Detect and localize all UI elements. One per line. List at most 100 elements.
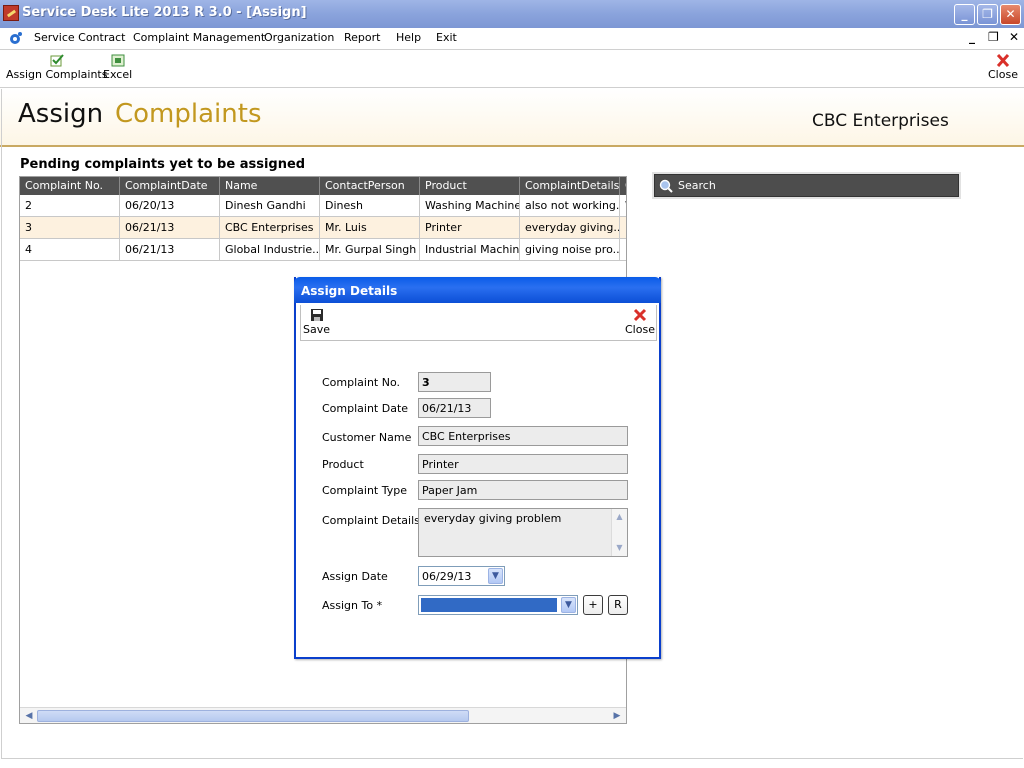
restore-button[interactable]: ❐ [977, 4, 998, 25]
complaint-date-field: 06/21/13 [418, 398, 491, 418]
menu-service-contract[interactable]: Service Contract [34, 31, 125, 44]
excel-icon [111, 54, 125, 67]
cell-complaint-date: 06/21/13 [120, 217, 220, 239]
complaint-type-label: Complaint Type [322, 484, 407, 497]
col-complaint-date[interactable]: ComplaintDate [120, 177, 220, 195]
complaint-details-field[interactable]: everyday giving problem ▲ ▼ [418, 508, 628, 557]
complaint-date-label: Complaint Date [322, 402, 408, 415]
complaint-no-label: Complaint No. [322, 376, 400, 389]
scroll-thumb[interactable] [37, 710, 469, 722]
table-row[interactable]: 2 06/20/13 Dinesh Gandhi Dinesh Washing … [20, 195, 627, 217]
save-button[interactable]: Save [303, 308, 330, 336]
col-product[interactable]: Product [420, 177, 520, 195]
assign-to-selection [421, 598, 557, 612]
table-row[interactable]: 3 06/21/13 CBC Enterprises Mr. Luis Prin… [20, 217, 627, 239]
scroll-down-icon[interactable]: ▼ [614, 542, 625, 553]
complaint-no-field: 3 [418, 372, 491, 392]
assign-date-picker[interactable]: 06/29/13 ▼ [418, 566, 505, 586]
grid-header: Complaint No. ComplaintDate Name Contact… [20, 177, 627, 195]
product-label: Product [322, 458, 364, 471]
app-logo-icon [8, 31, 23, 46]
customer-name-field: CBC Enterprises [418, 426, 628, 446]
cell-name: CBC Enterprises [220, 217, 320, 239]
cell-complaint-no: 3 [20, 217, 120, 239]
col-complaint-no[interactable]: Complaint No. [20, 177, 120, 195]
page-title-part2: Complaints [115, 99, 262, 129]
grid-horizontal-scrollbar[interactable]: ◀ ▶ [20, 707, 626, 723]
add-assignee-button[interactable]: + [583, 595, 603, 615]
dialog-toolbar: Save Close [300, 305, 657, 341]
cell-product: Printer [420, 217, 520, 239]
close-icon [633, 308, 647, 322]
scroll-right-icon[interactable]: ▶ [610, 710, 624, 722]
cell-contact-person: Mr. Gurpal Singh [320, 239, 420, 261]
cell-complaint-type: M [620, 239, 627, 261]
cell-complaint-type: W [620, 195, 627, 217]
page-title-part1: Assign [18, 99, 103, 129]
cell-complaint-no: 2 [20, 195, 120, 217]
frame-bottom-border [1, 758, 1023, 759]
menu-help[interactable]: Help [396, 31, 421, 44]
col-complaint-type[interactable]: C [620, 177, 627, 195]
cell-complaint-details: giving noise pro... [520, 239, 620, 261]
checkmark-icon [50, 54, 64, 67]
assign-date-value: 06/29/13 [422, 570, 471, 583]
cell-product: Washing Machine [420, 195, 520, 217]
mdi-minimize-button[interactable]: _ [969, 30, 975, 44]
cell-product: Industrial Machine [420, 239, 520, 261]
dialog-close-button[interactable]: Close [625, 308, 655, 336]
close-icon [996, 54, 1010, 67]
menu-complaint-management[interactable]: Complaint Management [133, 31, 265, 44]
chevron-down-icon[interactable]: ▼ [561, 597, 576, 613]
close-window-button[interactable]: ✕ [1000, 4, 1021, 25]
assign-to-label: Assign To * [322, 599, 382, 612]
table-row[interactable]: 4 06/21/13 Global Industrie... Mr. Gurpa… [20, 239, 627, 261]
window-title: Service Desk Lite 2013 R 3.0 - [Assign] [22, 5, 307, 20]
menu-exit[interactable]: Exit [436, 31, 457, 44]
search-icon [659, 179, 673, 193]
cell-complaint-no: 4 [20, 239, 120, 261]
close-form-label: Close [988, 68, 1018, 81]
details-scrollbar[interactable]: ▲ ▼ [611, 509, 627, 556]
col-complaint-details[interactable]: ComplaintDetails [520, 177, 620, 195]
assign-to-select[interactable]: ▼ [418, 595, 578, 615]
chevron-down-icon[interactable]: ▼ [488, 568, 503, 584]
scroll-up-icon[interactable]: ▲ [614, 511, 625, 522]
toolbar: Assign Complaints Excel Close [0, 51, 1024, 88]
dialog-close-label: Close [625, 323, 655, 336]
cell-complaint-date: 06/21/13 [120, 239, 220, 261]
save-icon [310, 308, 324, 322]
cell-contact-person: Mr. Luis [320, 217, 420, 239]
customer-name-label: Customer Name [322, 431, 411, 444]
cell-name: Dinesh Gandhi [220, 195, 320, 217]
refresh-assignee-button[interactable]: R [608, 595, 628, 615]
scroll-left-icon[interactable]: ◀ [22, 710, 36, 722]
complaint-details-label: Complaint Details [322, 514, 420, 527]
excel-button[interactable]: Excel [103, 54, 132, 81]
menu-report[interactable]: Report [344, 31, 380, 44]
cell-complaint-type: P [620, 217, 627, 239]
excel-label: Excel [103, 68, 132, 81]
page-header: Assign Complaints CBC Enterprises [0, 89, 1024, 147]
company-name: CBC Enterprises [812, 111, 949, 131]
minimize-button[interactable]: _ [954, 4, 975, 25]
cell-contact-person: Dinesh [320, 195, 420, 217]
col-name[interactable]: Name [220, 177, 320, 195]
assign-complaints-button[interactable]: Assign Complaints [6, 54, 107, 81]
complaint-type-field: Paper Jam [418, 480, 628, 500]
save-label: Save [303, 323, 330, 336]
mdi-restore-button[interactable]: ❐ [988, 30, 999, 44]
cell-complaint-date: 06/20/13 [120, 195, 220, 217]
cell-complaint-details: also not working... [520, 195, 620, 217]
menu-organization[interactable]: Organization [264, 31, 334, 44]
col-contact-person[interactable]: ContactPerson [320, 177, 420, 195]
cell-complaint-details: everyday giving... [520, 217, 620, 239]
search-input[interactable]: Search [654, 174, 959, 197]
title-bar: Service Desk Lite 2013 R 3.0 - [Assign] … [0, 0, 1024, 28]
mdi-close-button[interactable]: ✕ [1009, 30, 1019, 44]
close-form-button[interactable]: Close [988, 54, 1018, 81]
assign-complaints-label: Assign Complaints [6, 68, 107, 81]
search-placeholder: Search [678, 179, 716, 192]
frame-left-border [1, 89, 2, 759]
app-icon [3, 5, 19, 21]
